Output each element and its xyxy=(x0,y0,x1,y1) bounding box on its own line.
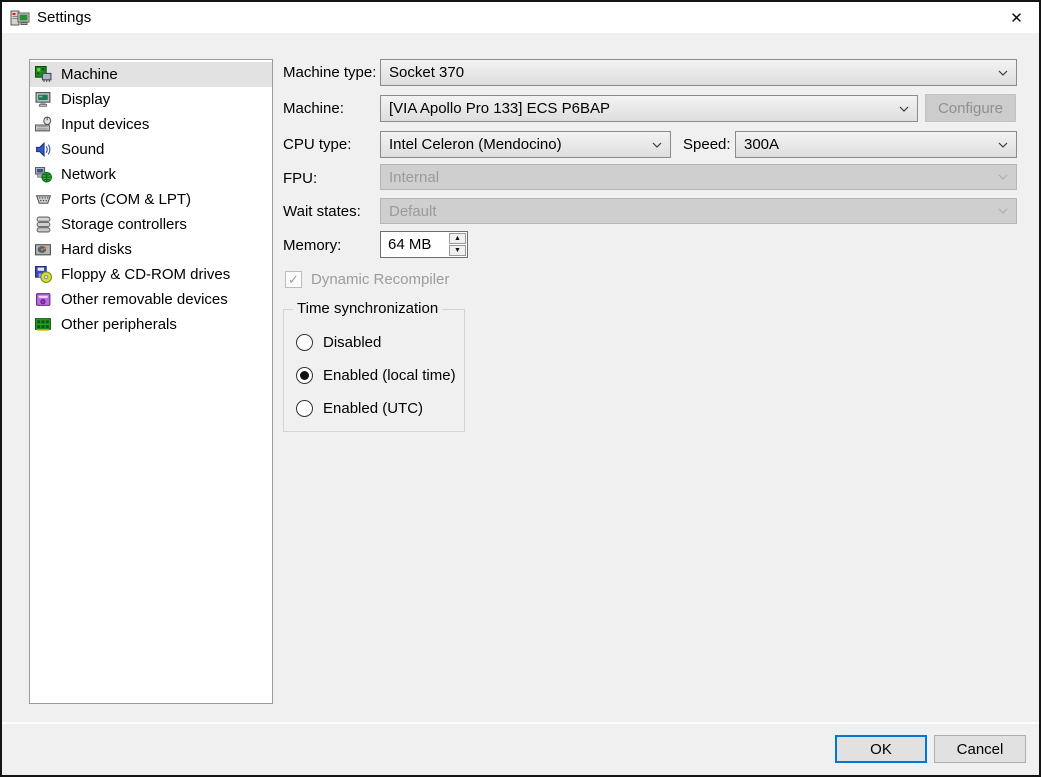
sidebar-item-label: Input devices xyxy=(61,116,149,133)
cpu-type-select[interactable]: Intel Celeron (Mendocino) xyxy=(380,131,671,158)
spin-up-icon[interactable]: ▲ xyxy=(449,233,466,244)
dynamic-recompiler-label: Dynamic Recompiler xyxy=(311,271,449,288)
peripherals-icon xyxy=(35,316,52,333)
time-sync-title: Time synchronization xyxy=(293,300,442,317)
ports-icon xyxy=(35,191,52,208)
machine-icon xyxy=(35,66,52,83)
machine-type-label: Machine type: xyxy=(283,64,376,81)
chevron-down-icon xyxy=(998,208,1008,214)
fpu-value: Internal xyxy=(389,169,439,186)
sidebar-item-label: Network xyxy=(61,166,116,183)
machine-type-value: Socket 370 xyxy=(389,64,464,81)
cpu-type-label: CPU type: xyxy=(283,136,351,153)
sidebar-item-other-removable[interactable]: Other removable devices xyxy=(30,287,272,312)
cpu-type-value: Intel Celeron (Mendocino) xyxy=(389,136,562,153)
sidebar-item-display[interactable]: Display xyxy=(30,87,272,112)
settings-dialog: Settings ✕ Machine xyxy=(0,0,1041,777)
sidebar-item-input-devices[interactable]: Input devices xyxy=(30,112,272,137)
ok-button[interactable]: OK xyxy=(835,735,927,763)
fpu-select: Internal xyxy=(380,164,1017,190)
sidebar-item-label: Other peripherals xyxy=(61,316,177,333)
machine-select[interactable]: [VIA Apollo Pro 133] ECS P6BAP xyxy=(380,95,918,122)
wait-states-label: Wait states: xyxy=(283,203,361,220)
category-list: Machine Display xyxy=(29,59,273,704)
wait-states-select: Default xyxy=(380,198,1017,224)
spin-down-icon[interactable]: ▼ xyxy=(449,245,466,256)
display-icon xyxy=(35,91,52,108)
chevron-down-icon xyxy=(998,174,1008,180)
speed-value: 300A xyxy=(744,136,779,153)
sidebar-item-label: Machine xyxy=(61,66,118,83)
configure-button: Configure xyxy=(925,94,1016,122)
radio-time-sync-disabled[interactable]: Disabled xyxy=(296,334,381,351)
hard-disks-icon xyxy=(35,241,52,258)
checkbox-check-icon: ✓ xyxy=(285,271,302,288)
cancel-button[interactable]: Cancel xyxy=(934,735,1026,763)
radio-label: Enabled (local time) xyxy=(323,367,456,384)
window-title: Settings xyxy=(37,9,91,26)
machine-label: Machine: xyxy=(283,100,344,117)
sidebar-item-floppy-cdrom[interactable]: Floppy & CD-ROM drives xyxy=(30,262,272,287)
memory-value[interactable]: 64 MB xyxy=(381,232,448,257)
memory-spinbox[interactable]: 64 MB ▲ ▼ xyxy=(380,231,468,258)
radio-time-sync-local[interactable]: Enabled (local time) xyxy=(296,367,456,384)
time-sync-groupbox: Time synchronization Disabled Enabled (l… xyxy=(283,309,465,432)
speed-label: Speed: xyxy=(683,136,731,153)
sidebar-item-network[interactable]: Network xyxy=(30,162,272,187)
radio-selected-icon xyxy=(296,367,313,384)
radio-icon xyxy=(296,400,313,417)
sidebar-item-other-peripherals[interactable]: Other peripherals xyxy=(30,312,272,337)
footer-separator xyxy=(2,722,1039,724)
sidebar-item-machine[interactable]: Machine xyxy=(30,62,272,87)
chevron-down-icon xyxy=(899,106,909,112)
radio-label: Disabled xyxy=(323,334,381,351)
machine-type-select[interactable]: Socket 370 xyxy=(380,59,1017,86)
sidebar-item-label: Other removable devices xyxy=(61,291,228,308)
memory-spin-buttons: ▲ ▼ xyxy=(448,232,467,257)
sidebar-item-label: Ports (COM & LPT) xyxy=(61,191,191,208)
sidebar-item-label: Hard disks xyxy=(61,241,132,258)
sidebar-item-label: Display xyxy=(61,91,110,108)
sound-icon xyxy=(35,141,52,158)
titlebar: Settings ✕ xyxy=(2,2,1039,33)
app-icon xyxy=(10,8,30,28)
wait-states-value: Default xyxy=(389,203,437,220)
input-devices-icon xyxy=(35,116,52,133)
memory-label: Memory: xyxy=(283,237,341,254)
floppy-cdrom-icon xyxy=(35,266,52,283)
fpu-label: FPU: xyxy=(283,170,317,187)
storage-controllers-icon xyxy=(35,216,52,233)
removable-devices-icon xyxy=(35,291,52,308)
close-button[interactable]: ✕ xyxy=(994,2,1039,33)
sidebar-item-sound[interactable]: Sound xyxy=(30,137,272,162)
chevron-down-icon xyxy=(652,142,662,148)
sidebar-item-label: Storage controllers xyxy=(61,216,187,233)
sidebar-item-hard-disks[interactable]: Hard disks xyxy=(30,237,272,262)
chevron-down-icon xyxy=(998,142,1008,148)
radio-icon xyxy=(296,334,313,351)
dynamic-recompiler-checkbox: ✓ Dynamic Recompiler xyxy=(285,271,449,288)
radio-label: Enabled (UTC) xyxy=(323,400,423,417)
sidebar-item-label: Sound xyxy=(61,141,104,158)
sidebar-item-label: Floppy & CD-ROM drives xyxy=(61,266,230,283)
sidebar-item-storage-controllers[interactable]: Storage controllers xyxy=(30,212,272,237)
machine-value: [VIA Apollo Pro 133] ECS P6BAP xyxy=(389,100,610,117)
chevron-down-icon xyxy=(998,70,1008,76)
radio-time-sync-utc[interactable]: Enabled (UTC) xyxy=(296,400,423,417)
speed-select[interactable]: 300A xyxy=(735,131,1017,158)
sidebar-item-ports[interactable]: Ports (COM & LPT) xyxy=(30,187,272,212)
network-icon xyxy=(35,166,52,183)
